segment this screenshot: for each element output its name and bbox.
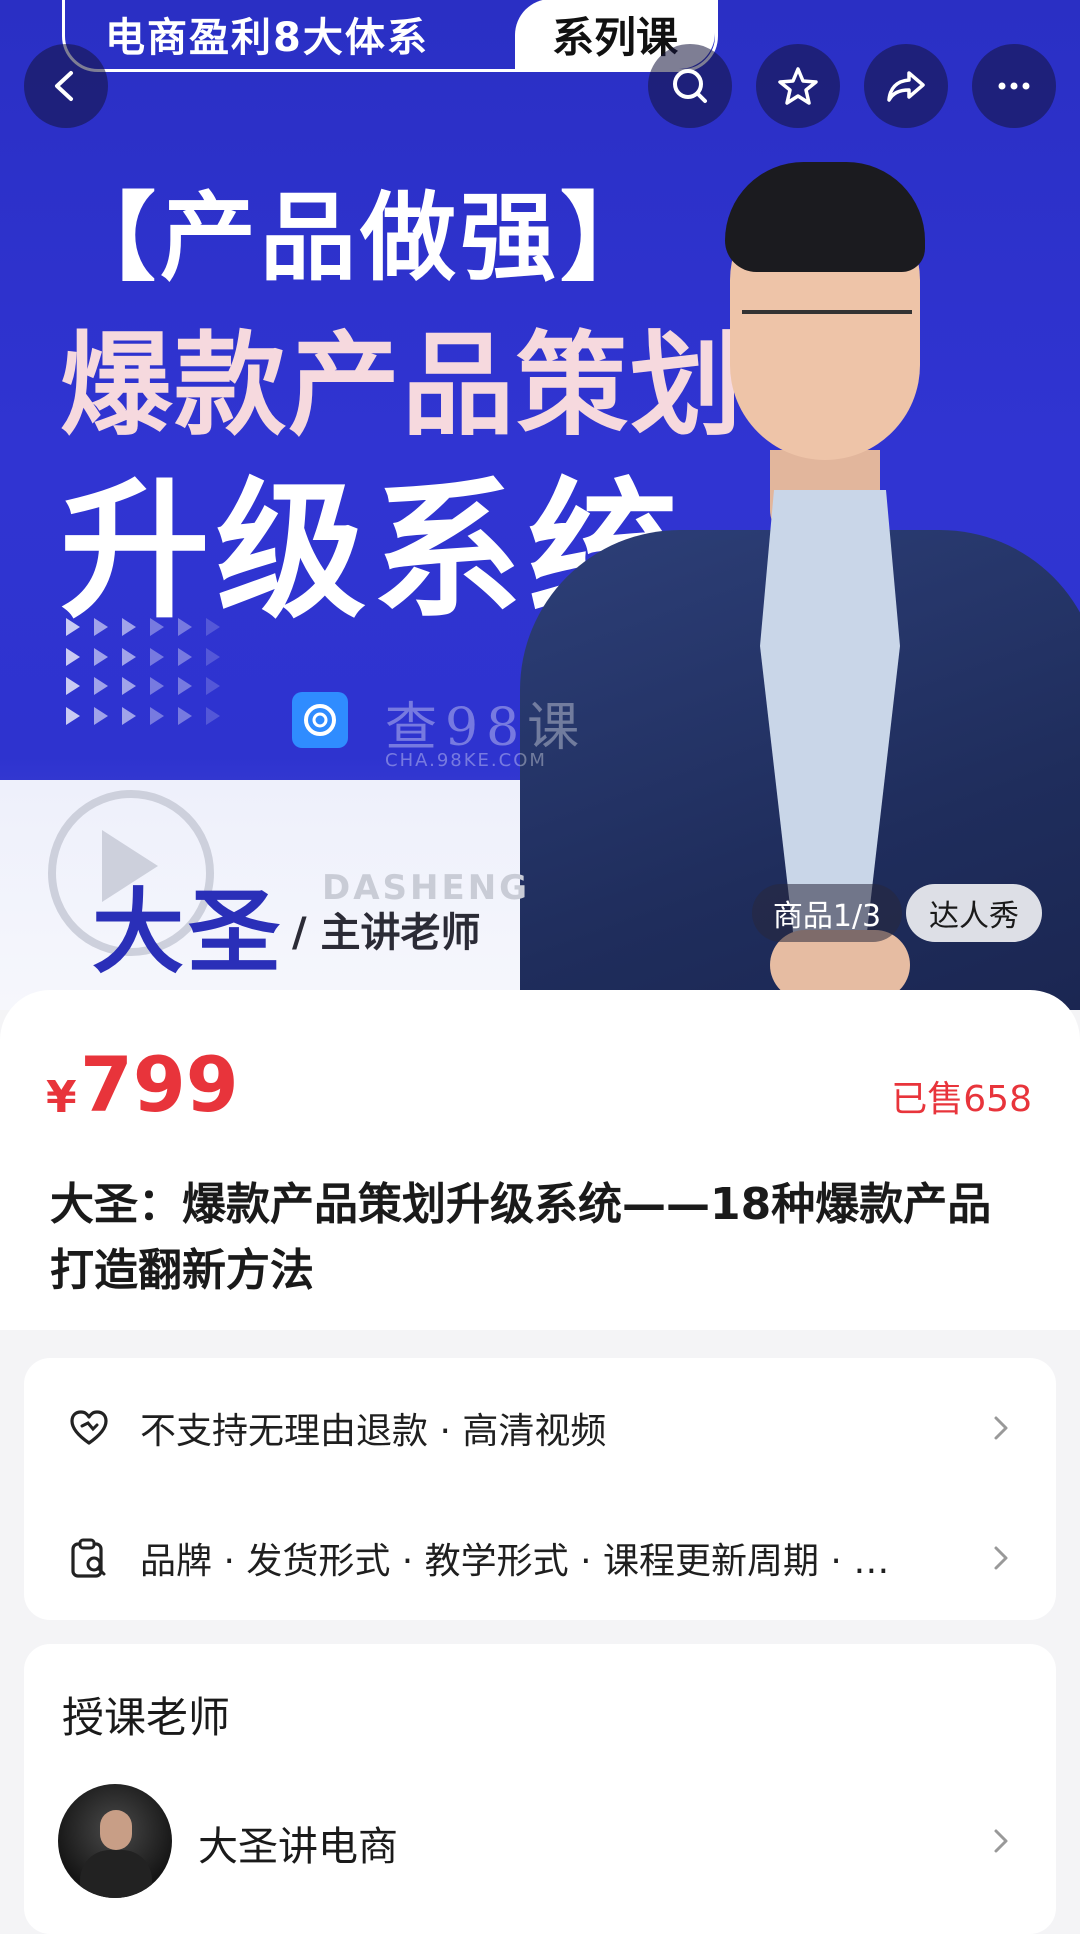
clipboard-search-icon	[71, 1538, 106, 1578]
product-image-banner[interactable]: 电商盈利8大体系 系列课 【产品做强】 爆款产品策划 升级系统 查98课 CHA…	[0, 0, 1080, 1010]
service-info-card: 不支持无理由退款 · 高清视频 品牌 · 发货形式 · 教学形式 · 课程更新周…	[24, 1358, 1056, 1620]
back-button[interactable]	[24, 44, 108, 128]
teacher-section-title: 授课老师	[62, 1693, 231, 1742]
teacher-card: 授课老师 大圣讲电商	[24, 1644, 1056, 1934]
search-button[interactable]	[648, 44, 732, 128]
showcase-button[interactable]: 达人秀	[906, 884, 1042, 942]
product-title: 大圣：爆款产品策划升级系统——18种爆款产品打造翻新方法	[50, 1179, 992, 1296]
watermark-logo-icon	[292, 692, 348, 748]
watermark-subtext: CHA.98KE.COM	[385, 750, 547, 771]
price-value: 799	[80, 1040, 239, 1129]
more-icon	[998, 82, 1030, 90]
favorite-button[interactable]	[756, 44, 840, 128]
parameters-row-text: 品牌 · 发货形式 · 教学形式 · 课程更新周期 · …	[140, 1541, 890, 1582]
search-icon	[673, 69, 707, 103]
heart-shield-icon	[70, 1410, 108, 1445]
parameters-row[interactable]: 品牌 · 发货形式 · 教学形式 · 课程更新周期 · …	[24, 1498, 1056, 1618]
chevron-right-icon	[994, 1416, 1008, 1440]
watermark-text: 查98课	[385, 698, 588, 758]
banner-teacher-name: 大圣	[92, 879, 285, 986]
sold-count: 已售658	[891, 1079, 1032, 1120]
chevron-right-icon[interactable]	[986, 1826, 1016, 1856]
banner-teacher-role: / 主讲老师	[292, 910, 481, 956]
service-row-text: 不支持无理由退款 · 高清视频	[140, 1411, 607, 1452]
series-tag: 电商盈利8大体系 系列课	[62, 0, 718, 72]
teacher-photo	[520, 150, 1080, 1010]
decorative-arrows	[66, 618, 236, 728]
share-button[interactable]	[864, 44, 948, 128]
more-button[interactable]	[972, 44, 1056, 128]
gallery-counter: 商品1/3	[752, 884, 902, 942]
service-row[interactable]: 不支持无理由退款 · 高清视频	[24, 1368, 1056, 1488]
teacher-card-name[interactable]: 大圣讲电商	[198, 1814, 398, 1872]
price-currency: ¥	[46, 1072, 77, 1123]
avatar[interactable]	[58, 1784, 172, 1898]
star-icon	[778, 67, 818, 105]
share-icon	[887, 71, 925, 102]
back-icon	[55, 71, 73, 101]
series-tag-text: 电商盈利8大体系	[105, 15, 429, 61]
chevron-right-icon	[994, 1546, 1008, 1570]
